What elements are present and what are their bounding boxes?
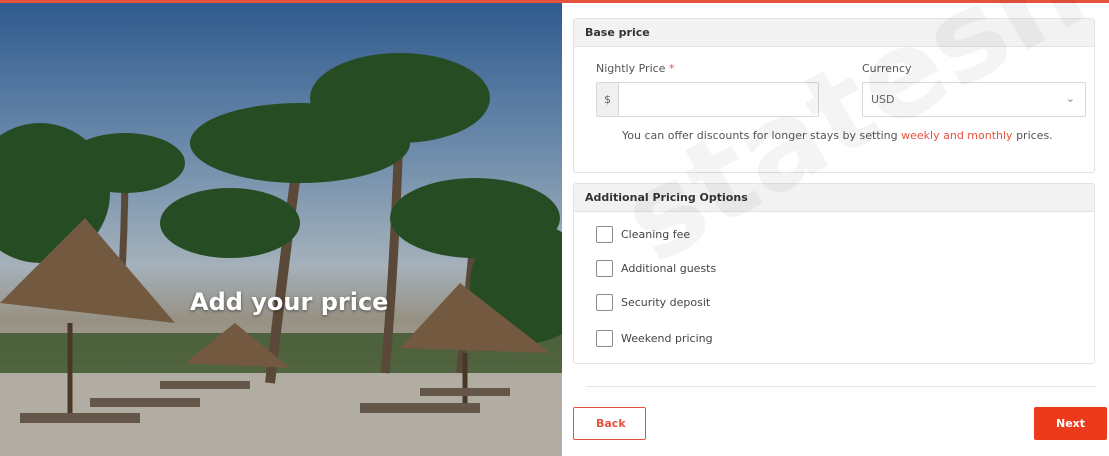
option-security-deposit[interactable]: Security deposit [596,293,710,311]
nightly-price-label-text: Nightly Price [596,62,666,75]
security-deposit-checkbox[interactable] [596,293,613,311]
additional-pricing-heading: Additional Pricing Options [574,184,1094,212]
base-price-heading: Base price [574,19,1094,47]
currency-symbol: $ [597,83,619,116]
hint-text-after: prices. [1012,129,1053,142]
option-additional-guests[interactable]: Additional guests [596,259,716,277]
footer-divider [586,386,1096,387]
option-cleaning-fee[interactable]: Cleaning fee [596,225,690,243]
weekly-monthly-link[interactable]: weekly and monthly [901,129,1012,142]
chevron-down-icon: ⌄ [1065,92,1075,105]
security-deposit-label: Security deposit [621,295,711,309]
hero-image: Add your price [0,3,562,456]
currency-label: Currency [862,62,912,75]
nightly-price-input[interactable]: $ [596,82,819,117]
currency-value: USD [871,93,895,106]
nightly-price-label: Nightly Price * [596,62,674,75]
additional-guests-checkbox[interactable] [596,259,613,277]
additional-guests-label: Additional guests [621,261,717,275]
discount-hint: You can offer discounts for longer stays… [622,129,1053,142]
weekend-pricing-checkbox[interactable] [596,329,613,347]
cleaning-fee-checkbox[interactable] [596,225,613,243]
hint-text-before: You can offer discounts for longer stays… [622,129,902,142]
hero-title: Add your price [190,288,389,316]
cleaning-fee-label: Cleaning fee [621,227,691,241]
option-weekend-pricing[interactable]: Weekend pricing [596,329,713,347]
back-button[interactable]: Back [573,407,646,440]
next-button[interactable]: Next [1034,407,1107,440]
required-mark: * [668,62,675,75]
weekend-pricing-label: Weekend pricing [621,331,713,345]
currency-select[interactable]: USD ⌄ [862,82,1086,117]
beach-palm-illustration [0,3,562,456]
